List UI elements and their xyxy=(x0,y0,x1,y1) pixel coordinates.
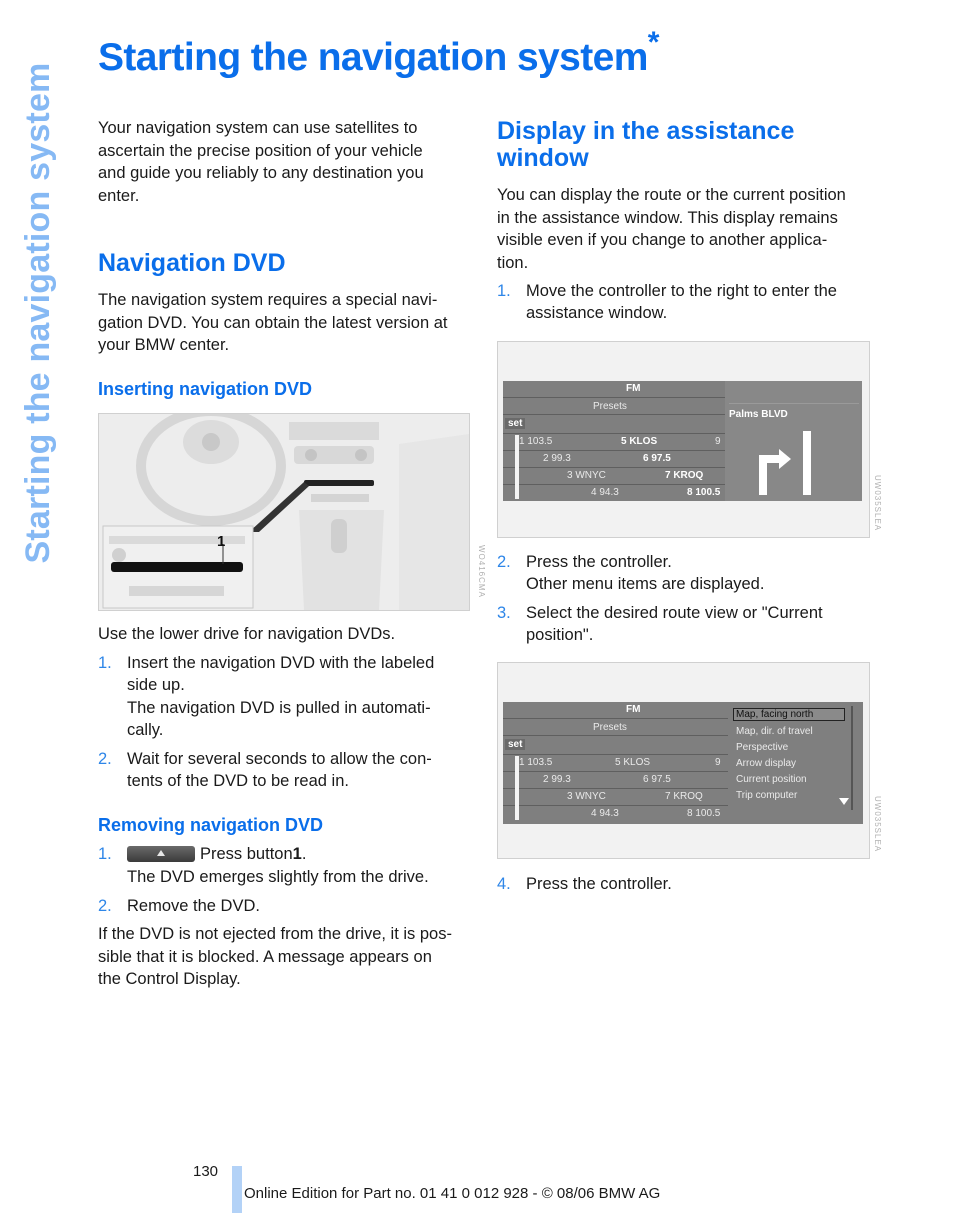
set-label: set xyxy=(505,739,526,750)
step-text: assistance window. xyxy=(526,304,668,322)
figure-code: UW035SLEA xyxy=(873,796,882,853)
preset: 2 99.3 xyxy=(543,453,571,464)
route-view-menu: Map, facing north Map, dir. of travel Pe… xyxy=(733,706,853,810)
presets-label: Presets xyxy=(593,722,627,733)
band-label: FM xyxy=(626,383,641,394)
insert-step-1: 1. Insert the navigation DVD with the la… xyxy=(98,652,468,742)
route-view-menu-figure: FM Presets set 1 103.5 5 KLOS 9 2 99.3 6… xyxy=(497,662,882,859)
menu-item[interactable]: Current position xyxy=(736,774,807,785)
car-dashboard-illustration: 1 xyxy=(99,414,469,610)
drive-note: Use the lower drive for navigation DVDs. xyxy=(98,625,396,643)
preset: 3 WNYC xyxy=(567,791,606,802)
step-text-pre: Press button xyxy=(200,845,293,863)
assistance-screen-figure: FM Presets set 1 103.5 5 KLOS 9 2 99.3 6… xyxy=(497,341,882,538)
assist-step-4: 4. Press the controller. xyxy=(497,873,877,897)
scroll-down-icon[interactable] xyxy=(839,798,849,805)
button-number: 1 xyxy=(292,845,302,863)
section-heading-assistance-window: Display in the assistance window xyxy=(497,117,795,172)
figure-callout-1: 1 xyxy=(217,533,225,550)
footer-text: Online Edition for Part no. 01 41 0 012 … xyxy=(244,1185,661,1202)
step-text: position". xyxy=(526,626,594,644)
step-number: 1. xyxy=(98,845,112,863)
dashboard-figure: 1 xyxy=(98,413,470,611)
subheading-removing: Removing navigation DVD xyxy=(98,815,324,835)
step-number: 4. xyxy=(497,875,511,893)
assistance-paragraph: You can display the route or the current… xyxy=(497,186,846,272)
band-label: FM xyxy=(626,704,641,715)
step-text: The navigation DVD is pulled in automati… xyxy=(127,699,431,717)
preset: 1 103.5 xyxy=(519,436,553,447)
radio-presets-panel: FM Presets set 1 103.5 5 KLOS 9 2 99.3 6… xyxy=(503,381,725,501)
assistance-window-panel: Palms BLVD xyxy=(725,381,862,501)
step-number: 2. xyxy=(98,750,112,768)
step-text: side up. xyxy=(127,676,185,694)
step-number: 2. xyxy=(497,553,511,571)
figure-code: WO416CMA xyxy=(477,545,486,598)
preset: 8 100.5 xyxy=(687,487,721,498)
step-number: 1. xyxy=(497,282,511,300)
optional-equipment-marker: * xyxy=(647,26,660,59)
preset: 9 xyxy=(715,436,721,447)
preset: 5 KLOS xyxy=(615,757,651,768)
step-text: Remove the DVD. xyxy=(127,897,260,915)
subheading-inserting: Inserting navigation DVD xyxy=(98,379,313,399)
insert-step-2: 2. Wait for several seconds to allow the… xyxy=(98,748,468,794)
assist-step-2: 2. Press the controller. Other menu item… xyxy=(497,551,877,597)
preset: 7 KROQ xyxy=(665,791,703,802)
preset: 2 99.3 xyxy=(543,774,571,785)
footer-bar xyxy=(232,1166,242,1213)
turn-right-arrow-icon xyxy=(759,431,811,495)
page-title-text: Starting the navigation system xyxy=(98,36,648,79)
menu-item[interactable]: Trip computer xyxy=(736,790,797,801)
assist-step-3: 3. Select the desired route view or "Cur… xyxy=(497,602,877,648)
figure-code: UW035SLEA xyxy=(873,475,882,532)
step-text: Press button 1. xyxy=(127,843,306,866)
preset: 6 97.5 xyxy=(643,453,671,464)
assist-step-1: 1. Move the controller to the right to e… xyxy=(497,280,877,326)
step-number: 3. xyxy=(497,604,511,622)
intro-paragraph: Your navigation system can use satellite… xyxy=(98,119,424,205)
section-heading-navigation-dvd: Navigation DVD xyxy=(98,249,286,277)
step-text: Other menu items are displayed. xyxy=(526,575,765,593)
step-text: Press the controller. xyxy=(526,875,672,893)
step-number: 2. xyxy=(98,897,112,915)
preset: 4 94.3 xyxy=(591,487,619,498)
step-text: Wait for several seconds to allow the co… xyxy=(127,750,432,768)
step-number: 1. xyxy=(98,654,112,672)
preset: 4 94.3 xyxy=(591,808,619,819)
set-label: set xyxy=(505,418,526,429)
side-chapter-tab: Starting the navigation system xyxy=(19,62,57,564)
navigation-dvd-paragraph: The navigation system requires a special… xyxy=(98,291,448,354)
step-text: tents of the DVD to be read in. xyxy=(127,772,349,790)
preset: 9 xyxy=(715,757,721,768)
preset: 8 100.5 xyxy=(687,808,721,819)
street-name: Palms BLVD xyxy=(729,409,788,420)
remove-step-2: 2. Remove the DVD. xyxy=(98,895,468,919)
preset: 1 103.5 xyxy=(519,757,553,768)
page-number: 130 xyxy=(193,1163,219,1180)
presets-label: Presets xyxy=(593,401,627,412)
step-text: Move the controller to the right to ente… xyxy=(526,282,837,300)
menu-item[interactable]: Map, dir. of travel xyxy=(736,726,813,737)
step-text: Select the desired route view or "Curren… xyxy=(526,604,823,622)
remove-step-1: 1. Press button 1. The DVD emerges sligh… xyxy=(98,843,468,889)
menu-item[interactable]: Arrow display xyxy=(736,758,796,769)
step-text: Insert the navigation DVD with the label… xyxy=(127,654,435,672)
step-text-post: . xyxy=(301,845,307,863)
step-text: Press the controller. xyxy=(526,553,672,571)
preset: 7 KROQ xyxy=(665,470,704,481)
preset: 6 97.5 xyxy=(643,774,671,785)
radio-presets-panel: FM Presets set 1 103.5 5 KLOS 9 2 99.3 6… xyxy=(503,702,863,824)
blocked-note: If the DVD is not ejected from the drive… xyxy=(98,925,452,988)
page-title: Starting the navigation system* xyxy=(98,26,659,80)
menu-item-selected[interactable]: Map, facing north xyxy=(733,708,845,721)
step-text: cally. xyxy=(127,721,164,739)
menu-item[interactable]: Perspective xyxy=(736,742,788,753)
preset: 5 KLOS xyxy=(621,436,658,447)
step-text: The DVD emerges slightly from the drive. xyxy=(127,868,429,886)
preset: 3 WNYC xyxy=(567,470,606,481)
eject-button-icon xyxy=(127,846,195,863)
